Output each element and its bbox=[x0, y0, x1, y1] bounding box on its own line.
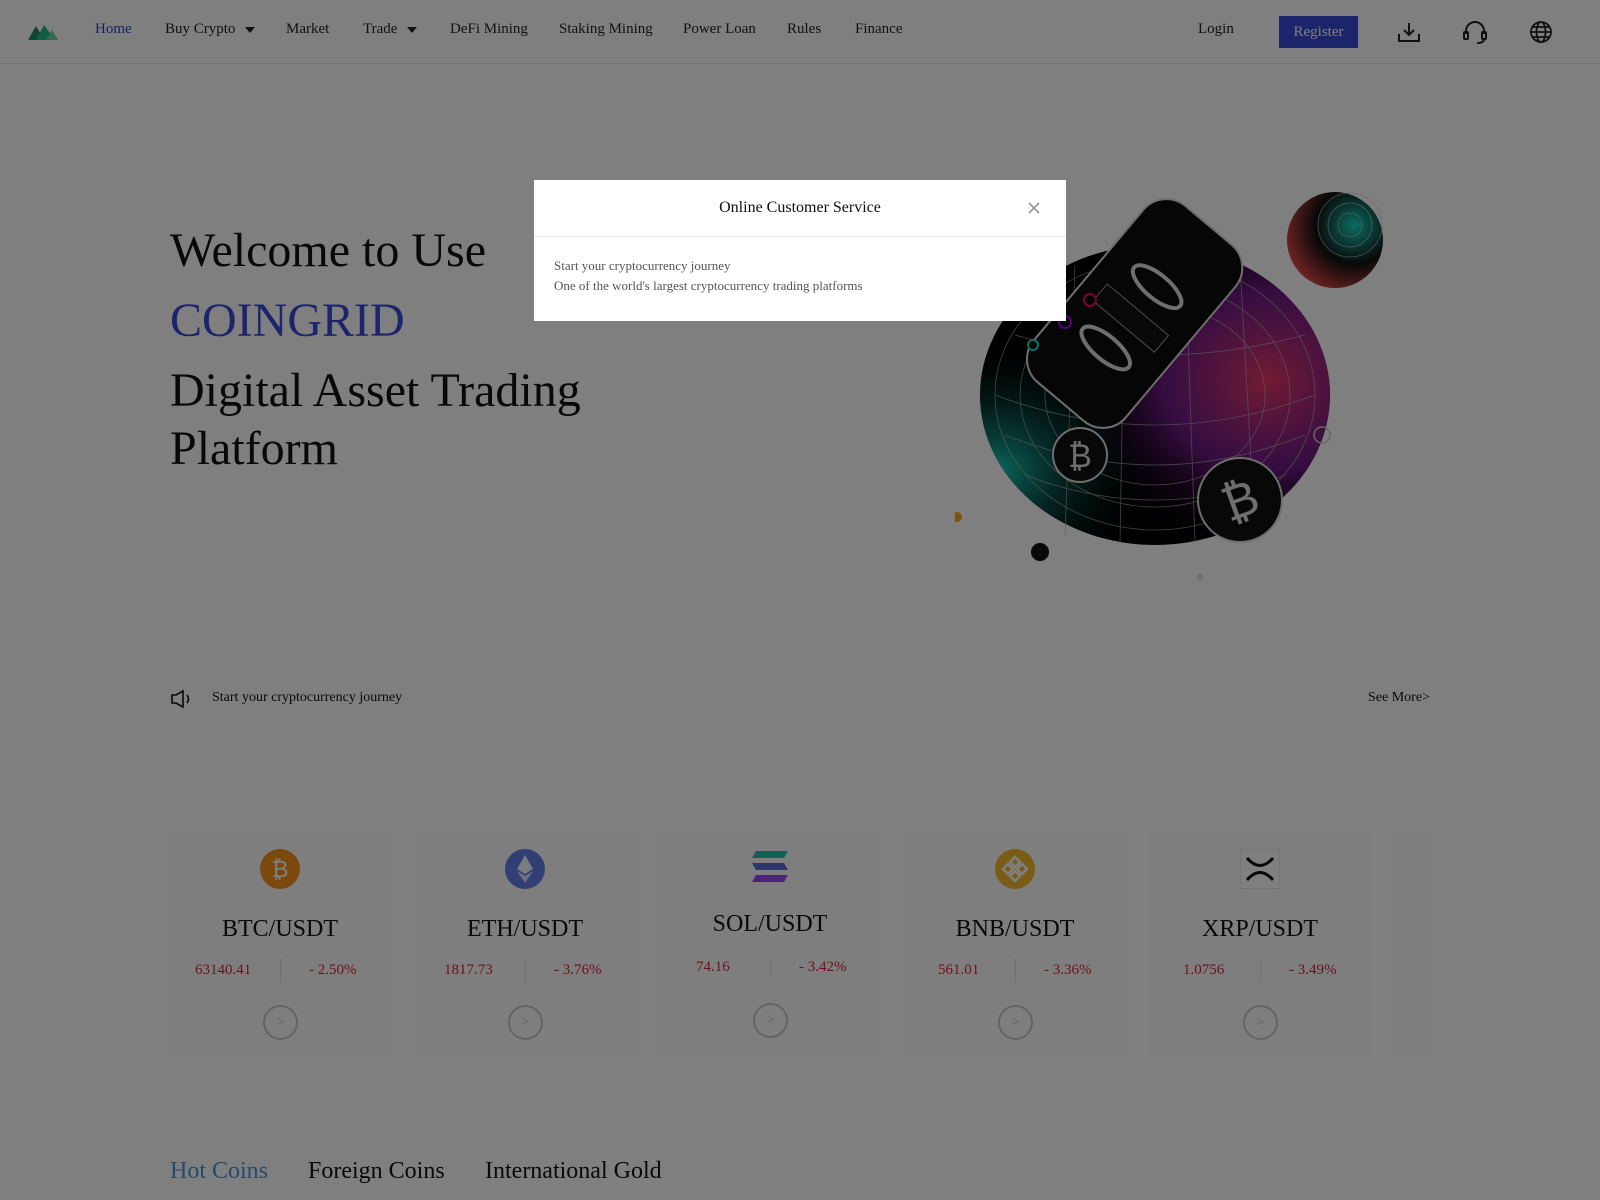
modal-title: Online Customer Service bbox=[719, 199, 881, 216]
customer-service-modal: Online Customer Service Start your crypt… bbox=[534, 180, 1066, 321]
modal-body-line2: One of the world's largest cryptocurrenc… bbox=[554, 278, 863, 293]
modal-body-line1: Start your cryptocurrency journey bbox=[554, 258, 731, 273]
close-icon[interactable] bbox=[1025, 199, 1043, 217]
modal-divider bbox=[534, 236, 1066, 237]
